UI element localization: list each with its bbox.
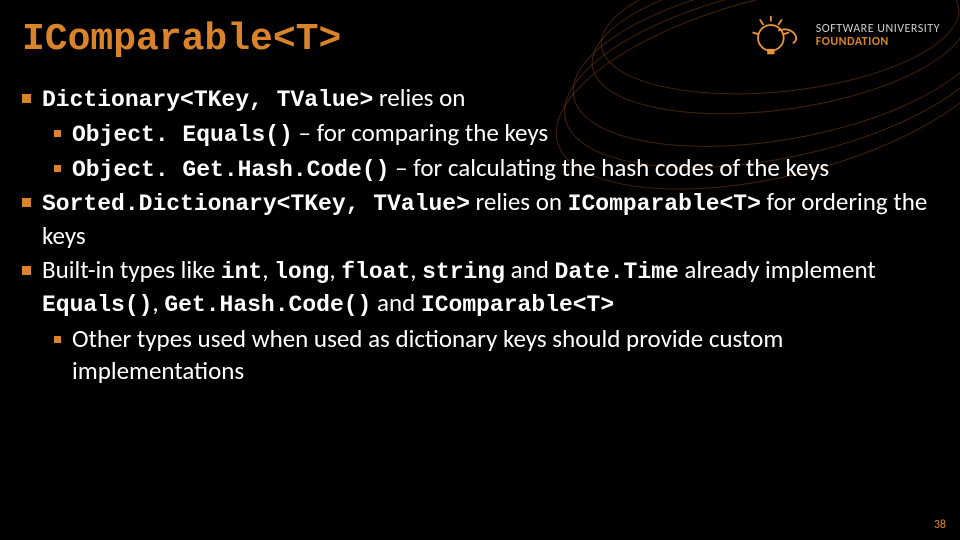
bullet-3-sub-1: Other types used when used as dictionary… [22,323,932,387]
bullet-1-sub-2: Object. Get.Hash.Code() – for calculatin… [22,152,932,185]
slide-title: IComparable<T> [22,18,341,61]
slide-content: Dictionary<TKey, TValue> relies on Objec… [22,82,932,388]
logo: SOFTWARE UNIVERSITY FOUNDATION [752,14,940,58]
lightbulb-icon [752,14,808,58]
logo-line2: FOUNDATION [816,36,940,49]
bullet-2: Sorted.Dictionary<TKey, TValue> relies o… [22,186,932,251]
page-number: 38 [934,518,946,532]
bullet-1: Dictionary<TKey, TValue> relies on [22,82,932,115]
bullet-3: Built-in types like int, long, float, st… [22,254,932,321]
bullet-1-sub-1: Object. Equals() – for comparing the key… [22,117,932,150]
